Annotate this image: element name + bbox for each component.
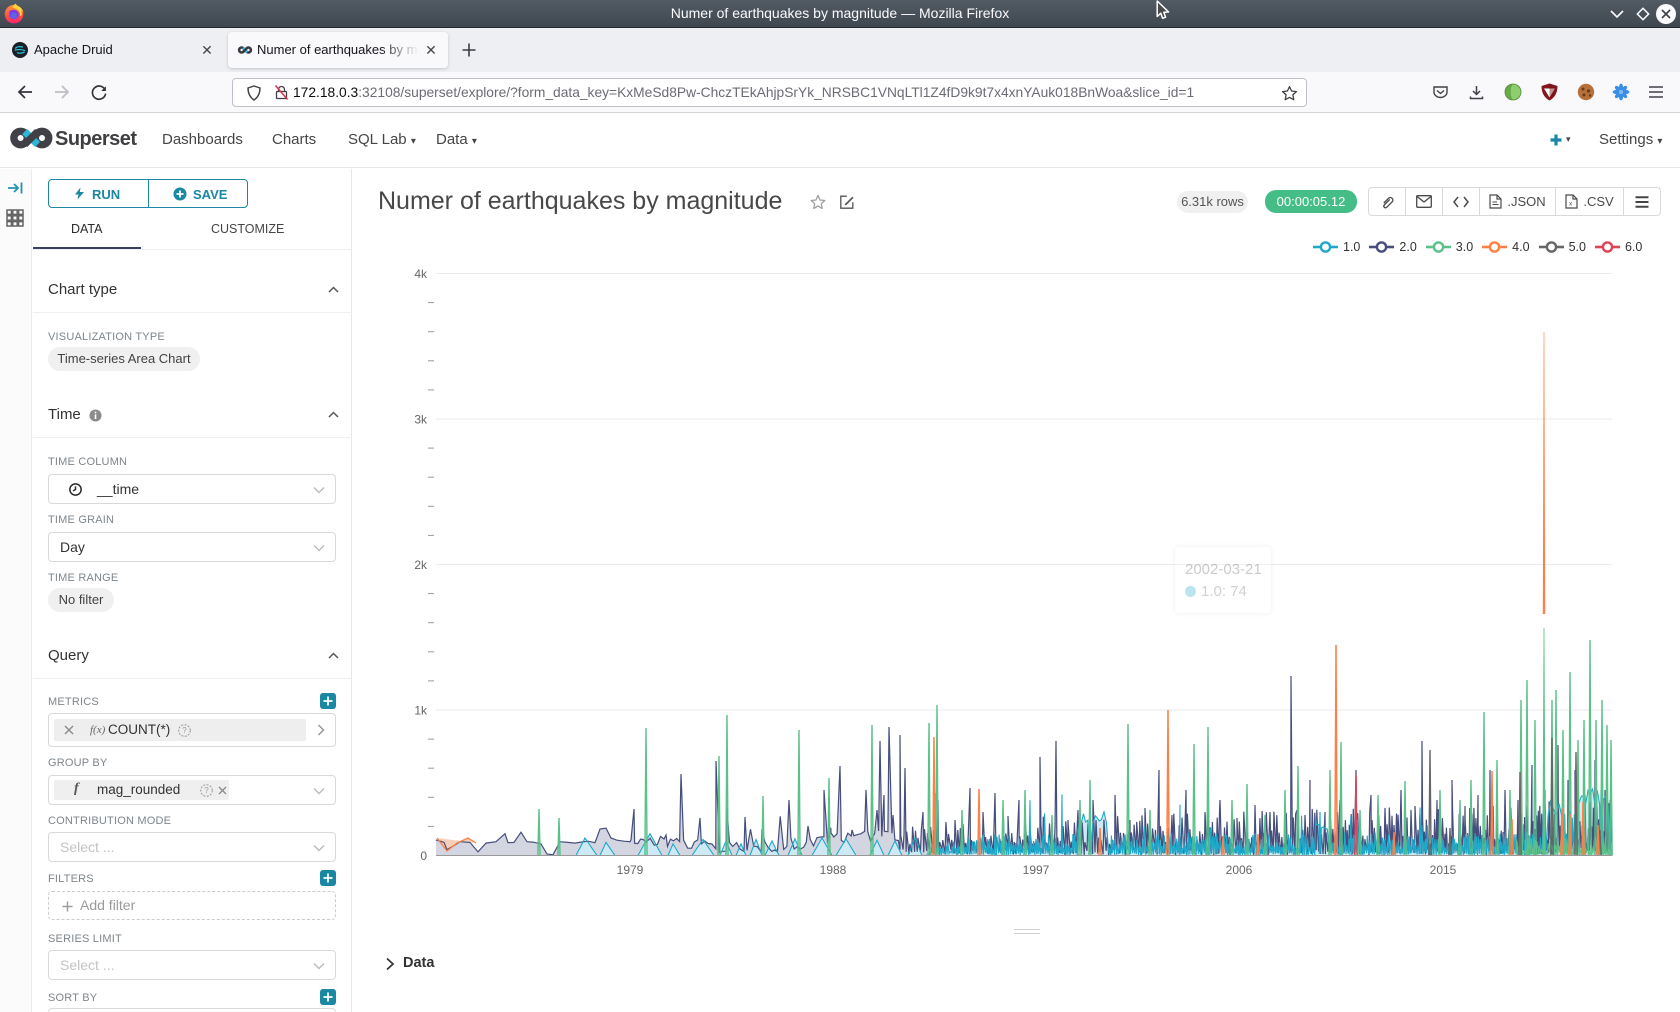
svg-text:1988: 1988 [820, 863, 847, 877]
svg-text:1979: 1979 [617, 863, 644, 877]
svg-text:1997: 1997 [1023, 863, 1050, 877]
svg-text:0: 0 [420, 849, 427, 863]
svg-text:?: ? [182, 726, 187, 735]
svg-text:2006: 2006 [1226, 863, 1253, 877]
svg-text:?: ? [204, 786, 209, 795]
svg-text:1k: 1k [414, 704, 428, 718]
svg-text:2k: 2k [414, 558, 428, 572]
svg-text:x: x [1569, 201, 1573, 208]
svg-text:4k: 4k [414, 267, 428, 281]
svg-text:3k: 3k [414, 413, 428, 427]
svg-text:2015: 2015 [1430, 863, 1457, 877]
